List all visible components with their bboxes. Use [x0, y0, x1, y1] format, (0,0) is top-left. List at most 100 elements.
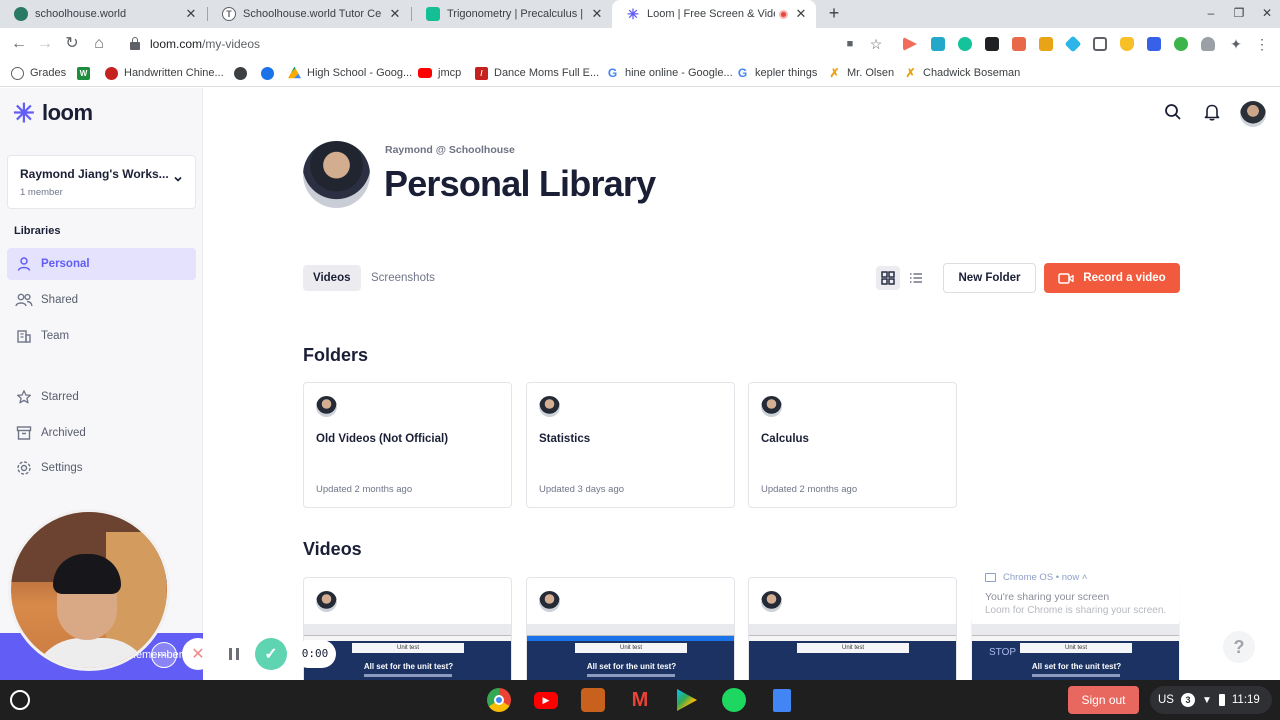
- extension-home-icon[interactable]: [1201, 37, 1215, 51]
- chrome-icon[interactable]: [487, 688, 511, 712]
- pause-recording-button[interactable]: [218, 638, 250, 670]
- new-folder-button[interactable]: New Folder: [943, 263, 1036, 293]
- more-options-icon[interactable]: ···: [151, 642, 177, 668]
- tab-title: Schoolhouse.world Tutor Certific: [243, 8, 382, 20]
- extension-screencast-icon[interactable]: [931, 37, 945, 51]
- docs-icon[interactable]: [770, 688, 794, 712]
- avatar: [316, 396, 337, 417]
- sidebar-item-personal[interactable]: Personal: [7, 248, 196, 280]
- minimize-icon[interactable]: –: [1203, 6, 1219, 20]
- extension-play-icon[interactable]: [903, 37, 917, 51]
- sidebar-item-team[interactable]: Team: [7, 320, 196, 352]
- bookmark-globe[interactable]: [234, 65, 253, 81]
- spotify-icon[interactable]: [722, 688, 746, 712]
- stop-sharing-button[interactable]: STOP: [989, 647, 1016, 658]
- forward-icon[interactable]: →: [35, 34, 55, 54]
- os-shelf: ▶ M Sign out US 3 ▼ 11:19: [0, 680, 1280, 720]
- extension-compass-icon[interactable]: [1174, 37, 1188, 51]
- sidebar-item-shared[interactable]: Shared: [7, 284, 196, 316]
- notification-body: Loom for Chrome is sharing your screen.: [985, 605, 1167, 616]
- sidebar-item-settings[interactable]: Settings: [7, 452, 196, 484]
- close-icon[interactable]: ✕: [590, 6, 604, 22]
- extension-note-icon[interactable]: [1012, 37, 1026, 51]
- close-icon[interactable]: ✕: [794, 6, 808, 22]
- extensions-puzzle-icon[interactable]: ✦: [1226, 34, 1246, 54]
- files-app-icon[interactable]: [581, 688, 605, 712]
- extension-grid-icon[interactable]: [1093, 37, 1107, 51]
- youtube-icon: [418, 68, 432, 78]
- menu-icon[interactable]: ⋮: [1252, 34, 1272, 54]
- list-view-icon[interactable]: [904, 266, 928, 290]
- camera-icon[interactable]: ■: [840, 34, 860, 54]
- help-button[interactable]: ?: [1223, 631, 1255, 663]
- bookmark-mr-olsen[interactable]: ✗ Mr. Olsen: [828, 65, 894, 81]
- bookmark-jmcp[interactable]: jmcp: [418, 65, 461, 81]
- close-icon[interactable]: ✕: [184, 6, 198, 22]
- tab-loom[interactable]: ✳ Loom | Free Screen & Video ✕: [612, 0, 816, 28]
- grid-view-icon[interactable]: [876, 266, 900, 290]
- page-title: Personal Library: [384, 163, 656, 204]
- bookmark-high-school[interactable]: High School - Goog...: [288, 65, 412, 81]
- loom-logo[interactable]: ✳ loom: [13, 100, 93, 126]
- record-video-button[interactable]: Record a video: [1044, 263, 1180, 293]
- sidebar-item-starred[interactable]: Starred: [7, 381, 196, 413]
- extension-diamond-icon[interactable]: [1064, 35, 1082, 53]
- tab-tutor-cert[interactable]: T Schoolhouse.world Tutor Certific ✕: [208, 0, 410, 28]
- gmail-icon[interactable]: M: [628, 688, 652, 712]
- close-icon[interactable]: ✕: [388, 6, 402, 22]
- reload-icon[interactable]: ↻: [62, 34, 82, 54]
- bookmark-handwritten-chinese[interactable]: Handwritten Chine...: [105, 65, 224, 81]
- star-bookmark-icon[interactable]: ☆: [866, 34, 886, 54]
- youtube-app-icon[interactable]: ▶: [534, 688, 558, 712]
- folder-card[interactable]: Calculus Updated 2 months ago: [748, 382, 957, 508]
- bookmark-kepler-things[interactable]: Gkepler things: [736, 65, 817, 81]
- play-store-icon[interactable]: [675, 688, 699, 712]
- video-card[interactable]: Unit test All set for the unit test?: [303, 577, 512, 680]
- sign-out-button[interactable]: Sign out: [1068, 686, 1139, 714]
- close-window-icon[interactable]: ✕: [1259, 6, 1275, 20]
- folder-card[interactable]: Statistics Updated 3 days ago: [526, 382, 735, 508]
- new-tab-button[interactable]: +: [824, 3, 844, 23]
- launcher-icon[interactable]: [10, 690, 30, 710]
- bookmark-grades[interactable]: Grades: [11, 65, 66, 81]
- tab-videos[interactable]: Videos: [303, 265, 361, 291]
- restore-icon[interactable]: ❐: [1231, 6, 1247, 20]
- bookmark-chine-online[interactable]: Ghine online - Google...: [606, 65, 733, 81]
- cancel-recording-button[interactable]: ✕: [182, 638, 214, 670]
- video-camera-icon: [1058, 272, 1074, 284]
- extension-trophy-icon[interactable]: [1039, 37, 1053, 51]
- notification-title: You're sharing your screen: [985, 591, 1110, 603]
- home-icon[interactable]: ⌂: [89, 34, 109, 54]
- avatar[interactable]: [1240, 101, 1266, 127]
- gear-icon: [15, 459, 33, 477]
- bookmark-dance-moms[interactable]: / Dance Moms Full E...: [475, 65, 599, 81]
- address-bar[interactable]: loom.com/my-videos: [116, 31, 896, 57]
- wifi-icon: ▼: [1201, 694, 1212, 706]
- avatar: [316, 591, 337, 612]
- extension-thumb-icon[interactable]: [1120, 37, 1134, 51]
- back-icon[interactable]: ←: [9, 34, 29, 54]
- bookmark-w[interactable]: W: [77, 65, 96, 81]
- video-card[interactable]: Unit test All set for the unit test?: [526, 577, 735, 680]
- extension-b-icon[interactable]: [1147, 37, 1161, 51]
- sidebar-item-archived[interactable]: Archived: [7, 417, 196, 449]
- extension-grammarly-icon[interactable]: [958, 37, 972, 51]
- search-icon[interactable]: [1164, 103, 1182, 121]
- screen-share-notification[interactable]: Chrome OS • now ˄ You're sharing your sc…: [971, 567, 1181, 623]
- bookmark-settings[interactable]: [261, 65, 280, 81]
- extension-ghost-icon[interactable]: [985, 37, 999, 51]
- folder-name: Statistics: [539, 433, 591, 445]
- webcam-bubble[interactable]: [8, 509, 170, 671]
- finish-recording-button[interactable]: ✓: [255, 638, 287, 670]
- tab-trigonometry[interactable]: Trigonometry | Precalculus | Ma ✕: [412, 0, 612, 28]
- bell-icon[interactable]: [1203, 103, 1221, 121]
- folder-card[interactable]: Old Videos (Not Official) Updated 2 mont…: [303, 382, 512, 508]
- tab-screenshots[interactable]: Screenshots: [361, 265, 445, 291]
- library-owner: Raymond @ Schoolhouse: [385, 144, 515, 156]
- tab-schoolhouse[interactable]: schoolhouse.world ✕: [0, 0, 206, 28]
- bookmark-chadwick-boseman[interactable]: ✗ Chadwick Boseman: [904, 65, 1020, 81]
- google-icon: G: [606, 66, 619, 80]
- system-tray[interactable]: US 3 ▼ 11:19: [1150, 686, 1272, 714]
- video-card[interactable]: Unit test: [748, 577, 957, 680]
- workspace-switcher[interactable]: Raymond Jiang's Works... 1 member: [7, 155, 196, 209]
